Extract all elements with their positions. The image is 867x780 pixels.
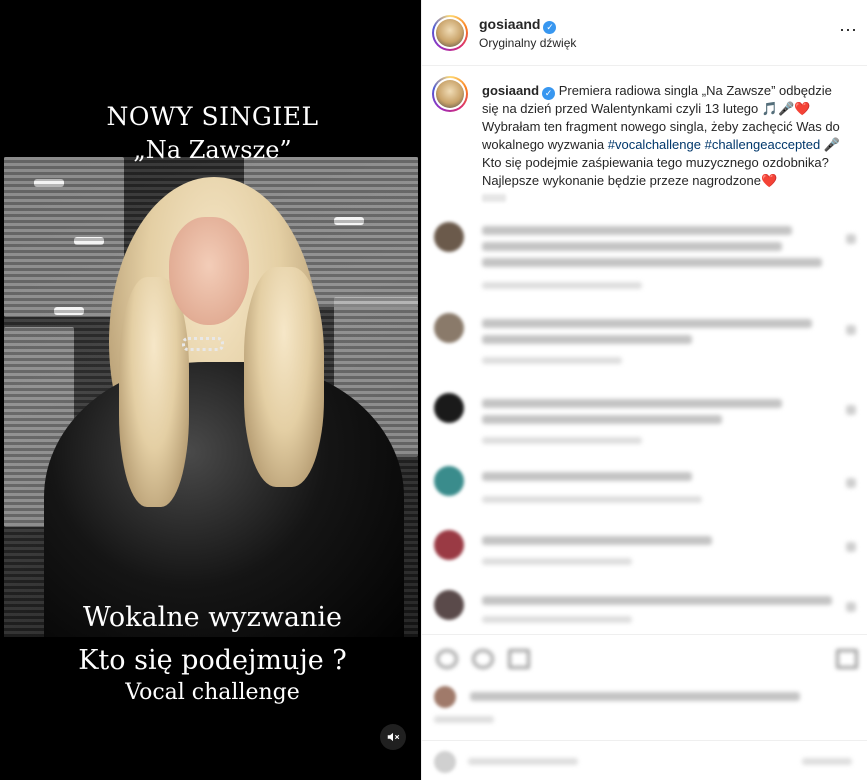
- blurred-text: [482, 319, 812, 328]
- comment-item[interactable]: [434, 222, 856, 297]
- blurred-meta: [434, 716, 494, 723]
- comment-avatar[interactable]: [434, 530, 464, 560]
- overlay-english: Vocal challenge: [125, 680, 300, 705]
- comment-item[interactable]: [434, 590, 856, 630]
- blurred-meta: [482, 616, 632, 623]
- emoji-icon[interactable]: [434, 751, 456, 773]
- caption-username[interactable]: gosiaand: [482, 83, 539, 98]
- blurred-text: [482, 596, 832, 605]
- necklace: [182, 337, 224, 351]
- post-comment-button[interactable]: [802, 758, 852, 765]
- hair-strand: [119, 277, 189, 507]
- blurred-text: [482, 472, 692, 481]
- post-media[interactable]: NOWY SINGIEL „Na Zawsze” Wokalne wyzwani…: [0, 0, 421, 780]
- bookmark-icon[interactable]: [836, 649, 858, 669]
- header-username[interactable]: gosiaand: [479, 16, 540, 32]
- add-comment-bar: [422, 740, 867, 780]
- comment-avatar[interactable]: [434, 222, 464, 252]
- hair-strand: [244, 267, 324, 487]
- comment-avatar[interactable]: [434, 313, 464, 343]
- comment-avatar[interactable]: [434, 466, 464, 496]
- overlay-challenge: Wokalne wyzwanie: [82, 602, 343, 633]
- blurred-text: [482, 335, 692, 344]
- caption-timestamp-blurred: [482, 194, 506, 202]
- comment-item[interactable]: [434, 313, 856, 383]
- heart-icon[interactable]: [436, 649, 458, 669]
- header-avatar[interactable]: [432, 15, 468, 51]
- overlay-song-name: „Na Zawsze”: [133, 136, 292, 164]
- liker-avatar[interactable]: [434, 686, 456, 708]
- audio-label[interactable]: Oryginalny dźwięk: [479, 36, 576, 50]
- blurred-meta: [482, 437, 642, 444]
- blurred-meta: [482, 558, 632, 565]
- comment-icon[interactable]: [472, 649, 494, 669]
- blurred-text: [482, 536, 712, 545]
- caption: gosiaand ✓ Premiera radiowa singla „Na Za…: [482, 82, 852, 202]
- like-comment-icon[interactable]: [846, 325, 856, 335]
- like-comment-icon[interactable]: [846, 234, 856, 244]
- comment-item[interactable]: [434, 393, 856, 463]
- header-user-block: gosiaand ✓: [479, 16, 557, 34]
- like-comment-icon[interactable]: [846, 602, 856, 612]
- overlay-question: Kto się podejmuje ?: [78, 645, 347, 676]
- blurred-meta: [482, 282, 642, 289]
- post-header: gosiaand ✓ Oryginalny dźwięk ⋯: [422, 0, 867, 66]
- blurred-text: [482, 399, 782, 408]
- post-info-panel: gosiaand ✓ Oryginalny dźwięk ⋯ gosiaand ✓ …: [421, 0, 867, 780]
- speaker-muted-icon: [387, 732, 400, 742]
- blurred-text: [482, 226, 792, 235]
- video-still: [4, 157, 418, 637]
- caption-avatar[interactable]: [432, 76, 468, 112]
- overlay-title: NOWY SINGIEL: [106, 102, 319, 131]
- hashtag-link[interactable]: #vocalchallenge: [608, 137, 701, 152]
- like-comment-icon[interactable]: [846, 542, 856, 552]
- leather-jacket: [44, 362, 404, 637]
- blurred-meta: [482, 357, 622, 364]
- blurred-text: [482, 415, 722, 424]
- like-comment-icon[interactable]: [846, 478, 856, 488]
- hashtag-link[interactable]: #challengeaccepted: [705, 137, 821, 152]
- comment-avatar[interactable]: [434, 590, 464, 620]
- blurred-meta: [482, 496, 702, 503]
- blurred-text: [470, 692, 800, 701]
- blurred-text: [482, 258, 822, 267]
- share-icon[interactable]: [508, 649, 530, 669]
- blurred-text: [482, 242, 782, 251]
- likes-summary[interactable]: [434, 686, 854, 723]
- comment-item[interactable]: [434, 466, 856, 536]
- video-frame[interactable]: NOWY SINGIEL „Na Zawsze” Wokalne wyzwani…: [2, 0, 418, 780]
- face: [169, 217, 249, 325]
- like-comment-icon[interactable]: [846, 405, 856, 415]
- verified-icon: ✓: [543, 21, 557, 34]
- mute-button[interactable]: [380, 724, 406, 750]
- more-options-icon[interactable]: ⋯: [839, 20, 858, 41]
- verified-icon: ✓: [542, 87, 556, 100]
- comment-input[interactable]: [468, 758, 578, 765]
- comment-avatar[interactable]: [434, 393, 464, 423]
- action-bar: [422, 634, 867, 680]
